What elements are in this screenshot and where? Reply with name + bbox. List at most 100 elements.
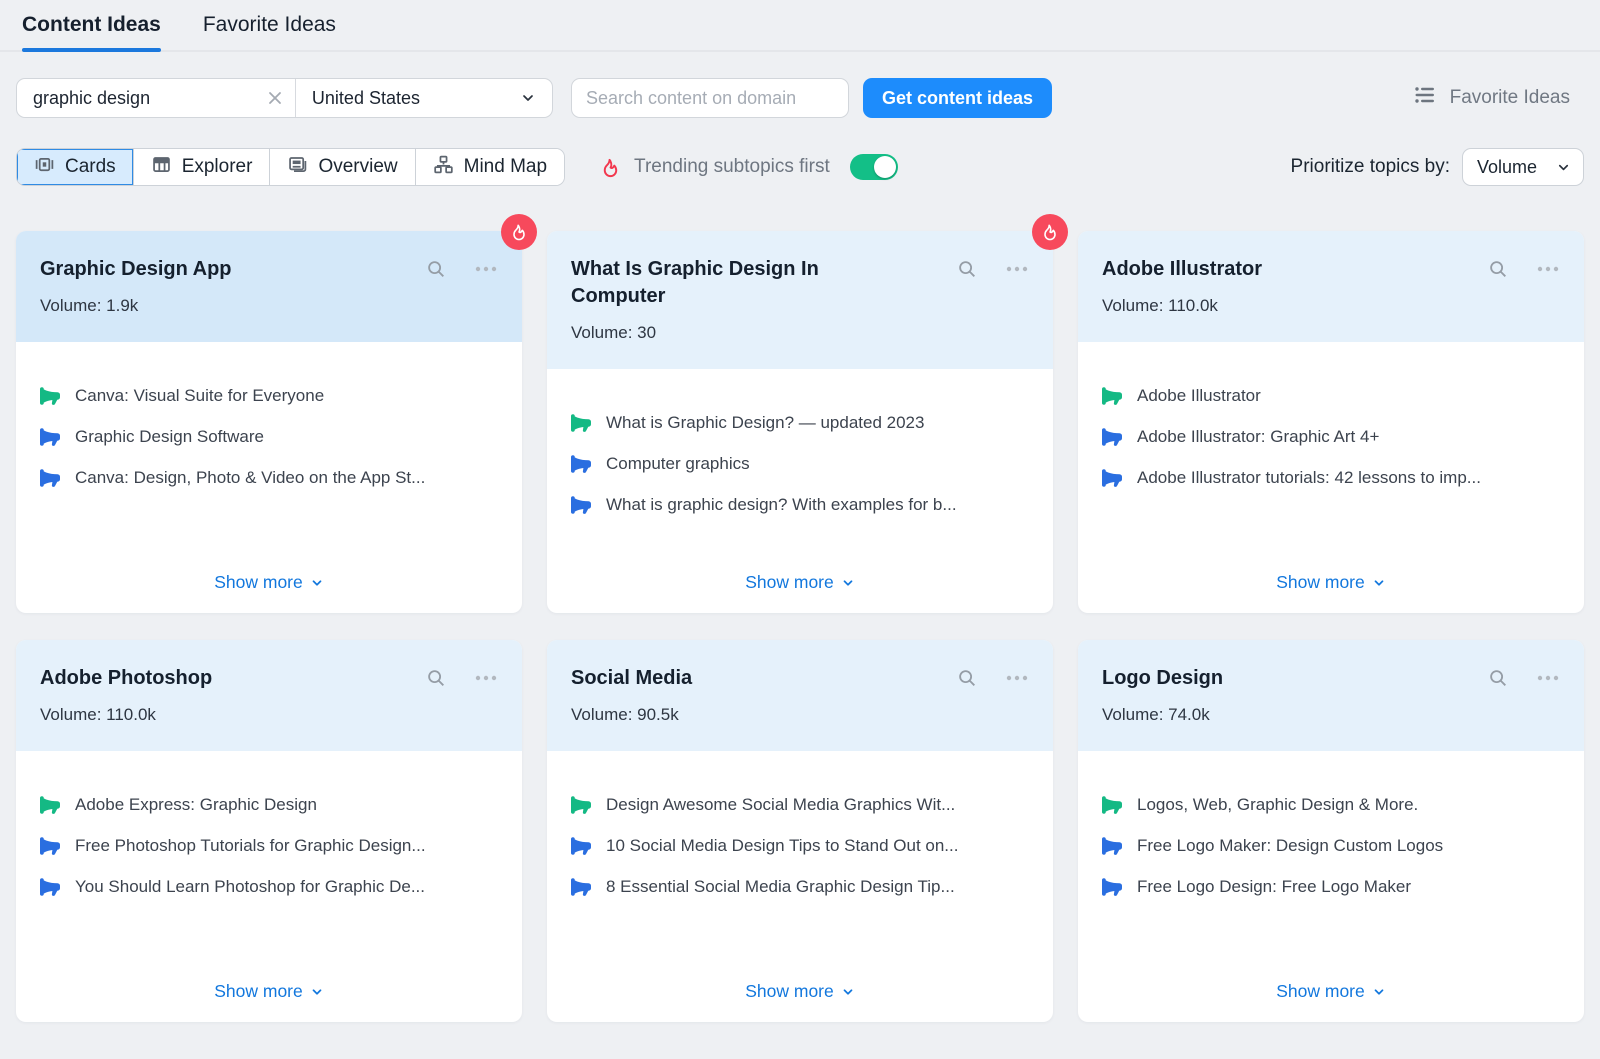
view-mindmap-button[interactable]: Mind Map: [416, 149, 564, 185]
trending-badge-icon: [501, 214, 537, 250]
headline-item[interactable]: Design Awesome Social Media Graphics Wit…: [571, 795, 1029, 815]
search-group: United States: [16, 78, 553, 118]
megaphone-icon: [1102, 795, 1122, 815]
chevron-down-icon: [520, 90, 536, 106]
card-header: Graphic Design App Volume: 1.9k: [16, 231, 522, 342]
headline-text: What is graphic design? With examples fo…: [606, 495, 957, 515]
tab-favorite-ideas[interactable]: Favorite Ideas: [203, 0, 336, 50]
view-label: Mind Map: [464, 156, 547, 178]
prioritize-label: Prioritize topics by:: [1291, 156, 1450, 178]
trending-toggle[interactable]: [850, 154, 898, 180]
topic-card-adobe-illustrator: Adobe Illustrator Volume: 110.0k Adobe I…: [1078, 231, 1584, 613]
view-cards-button[interactable]: Cards: [17, 149, 134, 185]
megaphone-icon: [40, 468, 60, 488]
country-select[interactable]: United States: [296, 79, 552, 117]
card-header-actions: [1487, 258, 1560, 280]
card-search-icon[interactable]: [1487, 667, 1509, 689]
clear-icon[interactable]: [267, 90, 283, 106]
headline-text: Logos, Web, Graphic Design & More.: [1137, 795, 1418, 815]
list-icon: [1413, 83, 1437, 113]
headline-text: Adobe Express: Graphic Design: [75, 795, 317, 815]
trending-label: Trending subtopics first: [634, 156, 830, 178]
mindmap-icon: [433, 154, 454, 181]
headline-item[interactable]: Canva: Visual Suite for Everyone: [40, 386, 498, 406]
trending-control: Trending subtopics first: [599, 154, 898, 180]
show-more-button[interactable]: Show more: [745, 572, 855, 593]
headline-item[interactable]: What is Graphic Design? — updated 2023: [571, 413, 1029, 433]
topic-card-social-media: Social Media Volume: 90.5k Design Awesom…: [547, 640, 1053, 1022]
headline-item[interactable]: Adobe Illustrator tutorials: 42 lessons …: [1102, 468, 1560, 488]
card-search-icon[interactable]: [425, 258, 447, 280]
card-menu-icon[interactable]: [1536, 265, 1560, 273]
show-more-label: Show more: [1276, 572, 1365, 593]
megaphone-icon: [1102, 386, 1122, 406]
card-header-actions: [956, 667, 1029, 689]
megaphone-icon: [571, 836, 591, 856]
megaphone-icon: [1102, 468, 1122, 488]
prioritize-select[interactable]: Volume: [1462, 148, 1584, 186]
window-icon: [287, 154, 308, 181]
megaphone-icon: [571, 495, 591, 515]
view-toolbar: Cards Explorer Overview Mind Map Trendin…: [0, 148, 1600, 186]
view-explorer-button[interactable]: Explorer: [134, 149, 271, 185]
show-more-button[interactable]: Show more: [745, 981, 855, 1002]
card-body: Adobe Illustrator Adobe Illustrator: Gra…: [1078, 342, 1584, 613]
show-more-button[interactable]: Show more: [1276, 572, 1386, 593]
headline-item[interactable]: Adobe Illustrator: Graphic Art 4+: [1102, 427, 1560, 447]
card-title: Graphic Design App: [40, 256, 340, 283]
headline-item[interactable]: Computer graphics: [571, 454, 1029, 474]
card-search-icon[interactable]: [956, 667, 978, 689]
headline-item[interactable]: Free Logo Maker: Design Custom Logos: [1102, 836, 1560, 856]
headline-item[interactable]: Adobe Illustrator: [1102, 386, 1560, 406]
favorite-ideas-link[interactable]: Favorite Ideas: [1413, 83, 1570, 113]
headline-text: What is Graphic Design? — updated 2023: [606, 413, 924, 433]
card-menu-icon[interactable]: [474, 674, 498, 682]
domain-search-input[interactable]: [571, 78, 849, 118]
headline-item[interactable]: 8 Essential Social Media Graphic Design …: [571, 877, 1029, 897]
headline-item[interactable]: Free Photoshop Tutorials for Graphic Des…: [40, 836, 498, 856]
headline-item[interactable]: Logos, Web, Graphic Design & More.: [1102, 795, 1560, 815]
headline-text: Adobe Illustrator: Graphic Art 4+: [1137, 427, 1379, 447]
card-volume: Volume: 110.0k: [1102, 296, 1560, 316]
card-search-icon[interactable]: [425, 667, 447, 689]
headline-item[interactable]: Free Logo Design: Free Logo Maker: [1102, 877, 1560, 897]
get-content-ideas-button[interactable]: Get content ideas: [863, 78, 1052, 118]
trending-badge-icon: [1032, 214, 1068, 250]
megaphone-icon: [1102, 836, 1122, 856]
card-volume: Volume: 74.0k: [1102, 705, 1560, 725]
card-header: Social Media Volume: 90.5k: [547, 640, 1053, 751]
card-header: Adobe Photoshop Volume: 110.0k: [16, 640, 522, 751]
headline-item[interactable]: Canva: Design, Photo & Video on the App …: [40, 468, 498, 488]
megaphone-icon: [1102, 427, 1122, 447]
show-more-button[interactable]: Show more: [214, 572, 324, 593]
card-search-icon[interactable]: [956, 258, 978, 280]
headline-item[interactable]: 10 Social Media Design Tips to Stand Out…: [571, 836, 1029, 856]
chevron-down-icon: [1372, 576, 1386, 590]
chevron-down-icon: [1556, 160, 1571, 175]
headline-item[interactable]: What is graphic design? With examples fo…: [571, 495, 1029, 515]
card-menu-icon[interactable]: [1005, 265, 1029, 273]
search-toolbar: United States Get content ideas Favorite…: [0, 78, 1600, 118]
topic-search-input[interactable]: [31, 87, 267, 110]
show-more-button[interactable]: Show more: [214, 981, 324, 1002]
card-search-icon[interactable]: [1487, 258, 1509, 280]
headline-text: Computer graphics: [606, 454, 750, 474]
card-menu-icon[interactable]: [474, 265, 498, 273]
show-more-button[interactable]: Show more: [1276, 981, 1386, 1002]
card-menu-icon[interactable]: [1536, 674, 1560, 682]
card-title: What Is Graphic Design In Computer: [571, 256, 871, 310]
card-header: Adobe Illustrator Volume: 110.0k: [1078, 231, 1584, 342]
headline-item[interactable]: You Should Learn Photoshop for Graphic D…: [40, 877, 498, 897]
chevron-down-icon: [1372, 985, 1386, 999]
megaphone-icon: [1102, 877, 1122, 897]
headline-text: Canva: Visual Suite for Everyone: [75, 386, 324, 406]
card-menu-icon[interactable]: [1005, 674, 1029, 682]
tab-content-ideas[interactable]: Content Ideas: [22, 0, 161, 50]
card-header: Logo Design Volume: 74.0k: [1078, 640, 1584, 751]
headline-item[interactable]: Graphic Design Software: [40, 427, 498, 447]
headline-text: Adobe Illustrator: [1137, 386, 1261, 406]
chevron-down-icon: [841, 576, 855, 590]
headline-item[interactable]: Adobe Express: Graphic Design: [40, 795, 498, 815]
card-body: What is Graphic Design? — updated 2023 C…: [547, 369, 1053, 613]
view-overview-button[interactable]: Overview: [270, 149, 415, 185]
